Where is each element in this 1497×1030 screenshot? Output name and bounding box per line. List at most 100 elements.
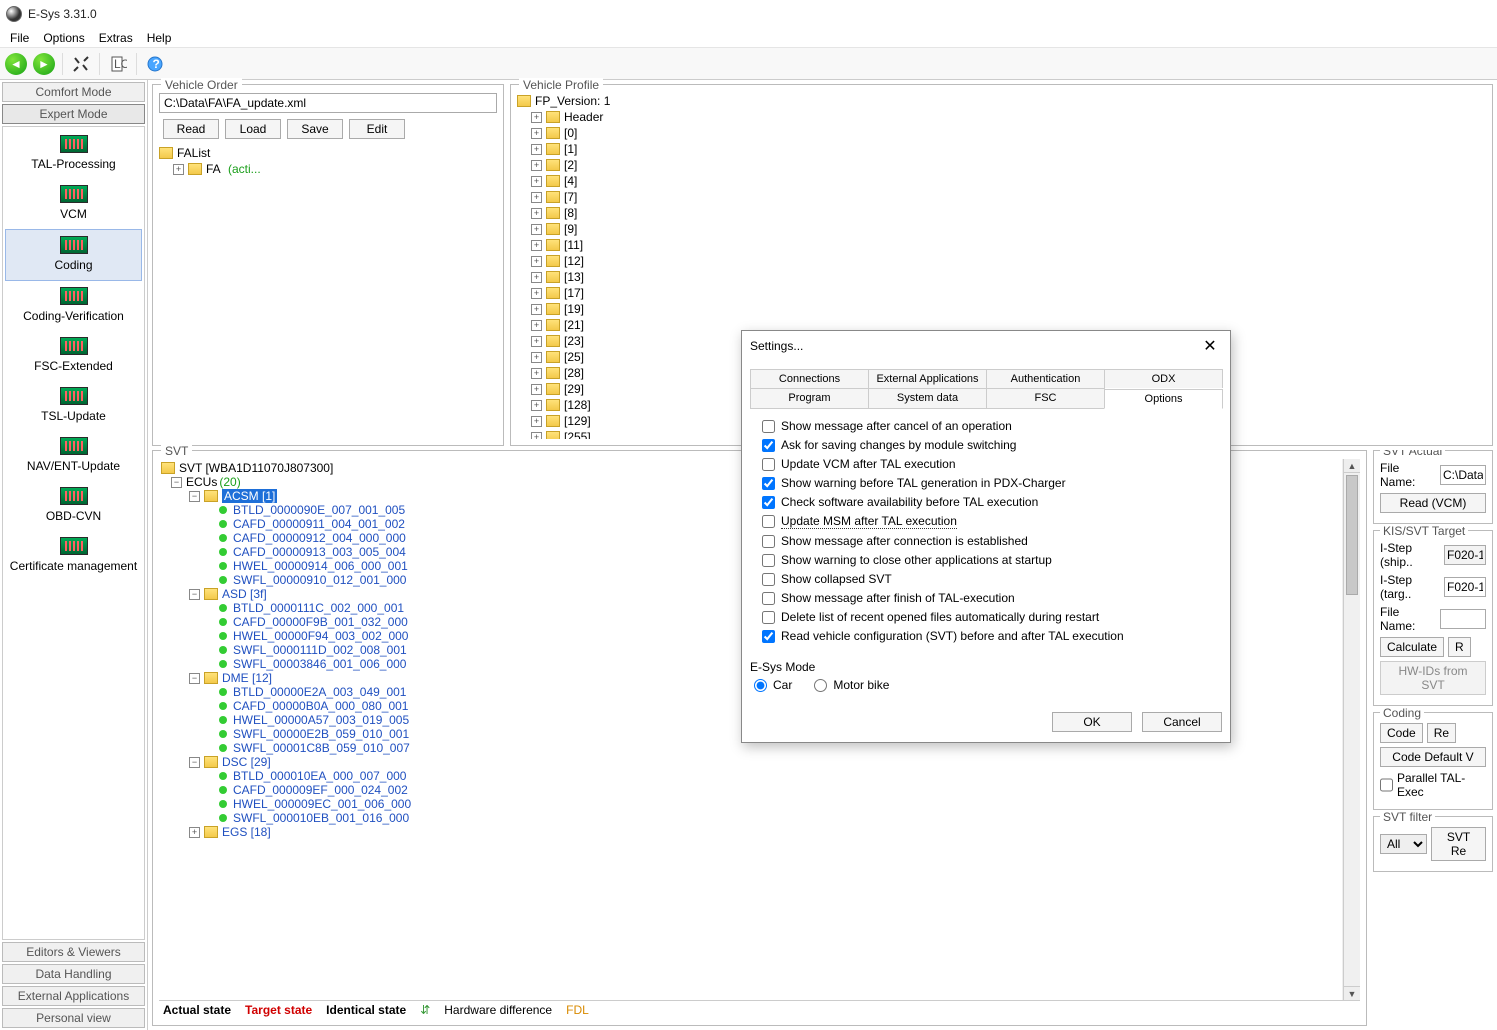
tree-leaf[interactable]: HWEL_000009EC_001_006_000: [233, 797, 411, 811]
sidebar-item-obd-cvn[interactable]: OBD-CVN: [5, 481, 142, 531]
forward-button[interactable]: ►: [32, 52, 56, 76]
tree-node[interactable]: [9]: [564, 221, 577, 237]
tree-leaf[interactable]: BTLD_00000E2A_003_049_001: [233, 685, 406, 699]
tree-node[interactable]: [2]: [564, 157, 577, 173]
expand-icon[interactable]: +: [531, 192, 542, 203]
expand-icon[interactable]: +: [531, 304, 542, 315]
filter-select[interactable]: All: [1380, 834, 1427, 854]
sidebar-item-coding-verification[interactable]: Coding-Verification: [5, 281, 142, 331]
tree-leaf[interactable]: CAFD_00000912_004_000_000: [233, 531, 406, 545]
expand-icon[interactable]: +: [531, 432, 542, 440]
tree-node[interactable]: ACSM [1]: [222, 489, 277, 503]
tree-node[interactable]: [11]: [564, 237, 583, 253]
sidebar-item-nav-ent-update[interactable]: NAV/ENT-Update: [5, 431, 142, 481]
tree-node[interactable]: [4]: [564, 173, 577, 189]
option-checkbox[interactable]: [762, 420, 775, 433]
tree-node[interactable]: [17]: [564, 285, 584, 301]
radio-bike[interactable]: Motor bike: [814, 678, 889, 692]
tree-node[interactable]: DME [12]: [222, 671, 272, 685]
connect-button[interactable]: [69, 52, 93, 76]
r-button[interactable]: R: [1448, 637, 1471, 657]
option-checkbox[interactable]: [762, 515, 775, 528]
sidebar-comfort[interactable]: Comfort Mode: [2, 82, 145, 102]
tab-odx[interactable]: ODX: [1104, 369, 1223, 388]
log-button[interactable]: LOG: [106, 52, 130, 76]
tree-node[interactable]: [13]: [564, 269, 584, 285]
option-checkbox[interactable]: [762, 458, 775, 471]
dialog-titlebar[interactable]: Settings... ✕: [742, 331, 1230, 361]
tab-program[interactable]: Program: [750, 388, 869, 408]
expand-icon[interactable]: +: [531, 240, 542, 251]
save-button[interactable]: Save: [287, 119, 343, 139]
filename-input[interactable]: [1440, 465, 1486, 485]
read-button[interactable]: Read: [163, 119, 219, 139]
sidebar-section-data-handling[interactable]: Data Handling: [2, 964, 145, 984]
expand-icon[interactable]: +: [531, 224, 542, 235]
tree-leaf[interactable]: SWFL_0000111D_002_008_001: [233, 643, 407, 657]
tree-node[interactable]: ASD [3f]: [222, 587, 267, 601]
tab-connections[interactable]: Connections: [750, 369, 869, 388]
tree-node[interactable]: [7]: [564, 189, 577, 205]
tree-node[interactable]: FA: [206, 161, 221, 177]
tree-node[interactable]: [8]: [564, 205, 577, 221]
menu-extras[interactable]: Extras: [93, 29, 139, 47]
sidebar-item-vcm[interactable]: VCM: [5, 179, 142, 229]
tree-leaf[interactable]: BTLD_0000111C_002_000_001: [233, 601, 404, 615]
collapse-icon[interactable]: −: [189, 491, 200, 502]
option-checkbox[interactable]: [762, 573, 775, 586]
tree-leaf[interactable]: CAFD_00000913_003_005_004: [233, 545, 406, 559]
scroll-down-icon[interactable]: ▼: [1344, 986, 1360, 1000]
svt-re-button[interactable]: SVT Re: [1431, 827, 1486, 861]
expand-icon[interactable]: +: [531, 368, 542, 379]
menu-options[interactable]: Options: [37, 29, 90, 47]
cancel-button[interactable]: Cancel: [1142, 712, 1222, 732]
tree-node[interactable]: [128]: [564, 397, 591, 413]
tree-leaf[interactable]: SWFL_00003846_001_006_000: [233, 657, 406, 671]
tree-leaf[interactable]: BTLD_000010EA_000_007_000: [233, 769, 406, 783]
option-checkbox[interactable]: [762, 477, 775, 490]
tab-external-applications[interactable]: External Applications: [868, 369, 987, 388]
option-checkbox[interactable]: [762, 592, 775, 605]
expand-icon[interactable]: +: [531, 208, 542, 219]
sidebar-item-tsl-update[interactable]: TSL-Update: [5, 381, 142, 431]
radio-bike-input[interactable]: [814, 679, 827, 692]
tree-node[interactable]: [21]: [564, 317, 584, 333]
expand-icon[interactable]: +: [173, 164, 184, 175]
expand-icon[interactable]: +: [531, 384, 542, 395]
collapse-icon[interactable]: −: [171, 477, 182, 488]
vo-path-input[interactable]: [159, 93, 497, 113]
expand-icon[interactable]: +: [531, 400, 542, 411]
tree-node[interactable]: FAList: [177, 145, 210, 161]
sidebar-item-coding[interactable]: Coding: [5, 229, 142, 281]
sidebar-item-certificate-management[interactable]: Certificate management: [5, 531, 142, 581]
tree-leaf[interactable]: HWEL_00000914_006_000_001: [233, 559, 408, 573]
tree-node[interactable]: [129]: [564, 413, 591, 429]
istep-target-input[interactable]: [1444, 577, 1486, 597]
calculate-button[interactable]: Calculate: [1380, 637, 1444, 657]
tree-node[interactable]: [29]: [564, 381, 584, 397]
expand-icon[interactable]: +: [531, 352, 542, 363]
read-vcm-button[interactable]: Read (VCM): [1380, 493, 1486, 513]
ok-button[interactable]: OK: [1052, 712, 1132, 732]
expand-icon[interactable]: +: [531, 336, 542, 347]
collapse-icon[interactable]: −: [189, 757, 200, 768]
tree-node[interactable]: [12]: [564, 253, 584, 269]
back-button[interactable]: ◄: [4, 52, 28, 76]
tab-fsc[interactable]: FSC: [986, 388, 1105, 408]
load-button[interactable]: Load: [225, 119, 281, 139]
option-checkbox[interactable]: [762, 439, 775, 452]
radio-car[interactable]: Car: [754, 678, 792, 692]
kis-filename-input[interactable]: [1440, 609, 1486, 629]
tree-leaf[interactable]: SWFL_00000E2B_059_010_001: [233, 727, 409, 741]
expand-icon[interactable]: +: [531, 144, 542, 155]
vo-tree[interactable]: FAList +FA (acti...: [159, 145, 497, 177]
expand-icon[interactable]: +: [531, 112, 542, 123]
expand-icon[interactable]: +: [531, 128, 542, 139]
tree-leaf[interactable]: SWFL_000010EB_001_016_000: [233, 811, 409, 825]
expand-icon[interactable]: +: [531, 320, 542, 331]
close-icon[interactable]: ✕: [1198, 334, 1222, 358]
menu-help[interactable]: Help: [141, 29, 178, 47]
tree-node[interactable]: ECUs: [186, 475, 217, 489]
tab-system-data[interactable]: System data: [868, 388, 987, 408]
tree-node[interactable]: FP_Version: 1: [535, 93, 610, 109]
